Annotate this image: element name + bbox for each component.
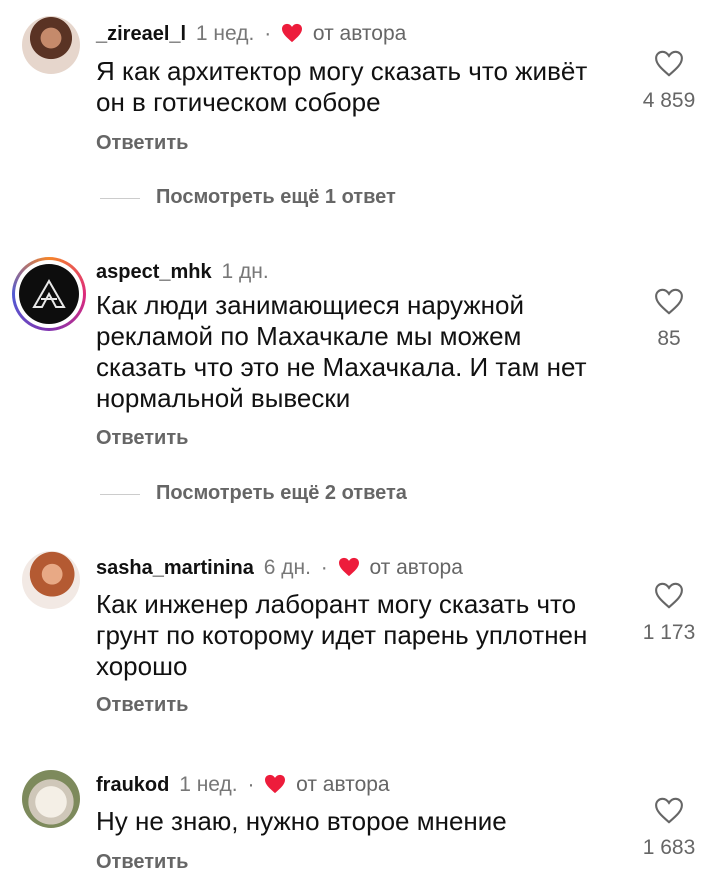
avatar[interactable] [22, 551, 80, 609]
reply-button[interactable]: Ответить [96, 851, 188, 874]
comment-line: рекламой по Махачкале мы можем [96, 321, 522, 351]
timestamp: 1 нед. [195, 22, 255, 45]
view-more-replies-label[interactable]: Посмотреть ещё 1 ответ [156, 186, 396, 209]
divider [100, 198, 140, 199]
like-button[interactable]: 1 173 [634, 582, 704, 645]
comment-line: сказать что это не Махачкала. И там нет [96, 352, 587, 382]
heart-outline-icon[interactable] [654, 288, 684, 315]
timestamp: 1 дн. [221, 260, 269, 283]
like-count: 4 859 [642, 89, 696, 112]
avatar[interactable] [12, 257, 86, 331]
comment-line: Как люди занимающиеся наружной [96, 290, 525, 320]
view-more-replies[interactable]: Посмотреть ещё 2 ответа [100, 482, 520, 506]
logo-icon [19, 264, 79, 324]
comment-line: грунт по которому идет парень уплотнен [96, 620, 588, 650]
heart-outline-icon[interactable] [654, 582, 684, 609]
comment-text: Я как архитектор могу сказать что живёт … [96, 56, 616, 118]
like-count: 1 173 [642, 621, 696, 644]
reply-button[interactable]: Ответить [96, 427, 188, 450]
comment-header: fraukod 1 нед. · от автора [96, 773, 390, 797]
comment-line: Ну не знаю, нужно второе мнение [96, 806, 507, 836]
username[interactable]: _zireael_l [96, 23, 186, 45]
avatar[interactable] [22, 16, 80, 74]
separator: · [264, 22, 272, 45]
heart-filled-icon [265, 774, 286, 794]
username[interactable]: aspect_mhk [96, 261, 212, 283]
comment-text: Как инженер лаборант могу сказать что гр… [96, 589, 616, 682]
separator: · [247, 773, 255, 796]
comment-text: Ну не знаю, нужно второе мнение [96, 806, 616, 837]
like-button[interactable]: 4 859 [634, 50, 704, 113]
heart-filled-icon [338, 557, 359, 577]
view-more-replies[interactable]: Посмотреть ещё 1 ответ [100, 186, 520, 210]
reply-button[interactable]: Ответить [96, 132, 188, 155]
comment-text: Как люди занимающиеся наружной рекламой … [96, 290, 616, 414]
comment-line: нормальной вывески [96, 383, 351, 413]
author-badge: от автора [312, 22, 407, 45]
heart-outline-icon[interactable] [654, 50, 684, 77]
view-more-replies-label[interactable]: Посмотреть ещё 2 ответа [156, 482, 407, 505]
timestamp: 6 дн. [263, 556, 311, 579]
comment-line: он в готическом соборе [96, 87, 381, 117]
username[interactable]: sasha_martinina [96, 557, 254, 579]
like-button[interactable]: 1 683 [634, 797, 704, 860]
like-count: 85 [657, 327, 681, 350]
username[interactable]: fraukod [96, 774, 169, 796]
heart-outline-icon[interactable] [654, 797, 684, 824]
like-count: 1 683 [642, 836, 696, 859]
author-badge: от автора [296, 773, 390, 796]
avatar-ring [15, 260, 83, 328]
reply-button[interactable]: Ответить [96, 694, 188, 717]
heart-filled-icon [282, 23, 303, 43]
comment-header: _zireael_l 1 нед. · от автора [96, 22, 406, 46]
comment-line: Как инженер лаборант могу сказать что [96, 589, 577, 619]
like-button[interactable]: 85 [634, 288, 704, 351]
separator: · [320, 556, 328, 579]
comment-header: aspect_mhk 1 дн. [96, 260, 269, 284]
timestamp: 1 нед. [179, 773, 238, 796]
divider [100, 494, 140, 495]
comment-line: Я как архитектор могу сказать что живёт [96, 56, 588, 86]
comment-header: sasha_martinina 6 дн. · от автора [96, 556, 463, 580]
avatar[interactable] [22, 770, 80, 828]
author-badge: от автора [369, 556, 463, 579]
comment-line: хорошо [96, 651, 188, 681]
